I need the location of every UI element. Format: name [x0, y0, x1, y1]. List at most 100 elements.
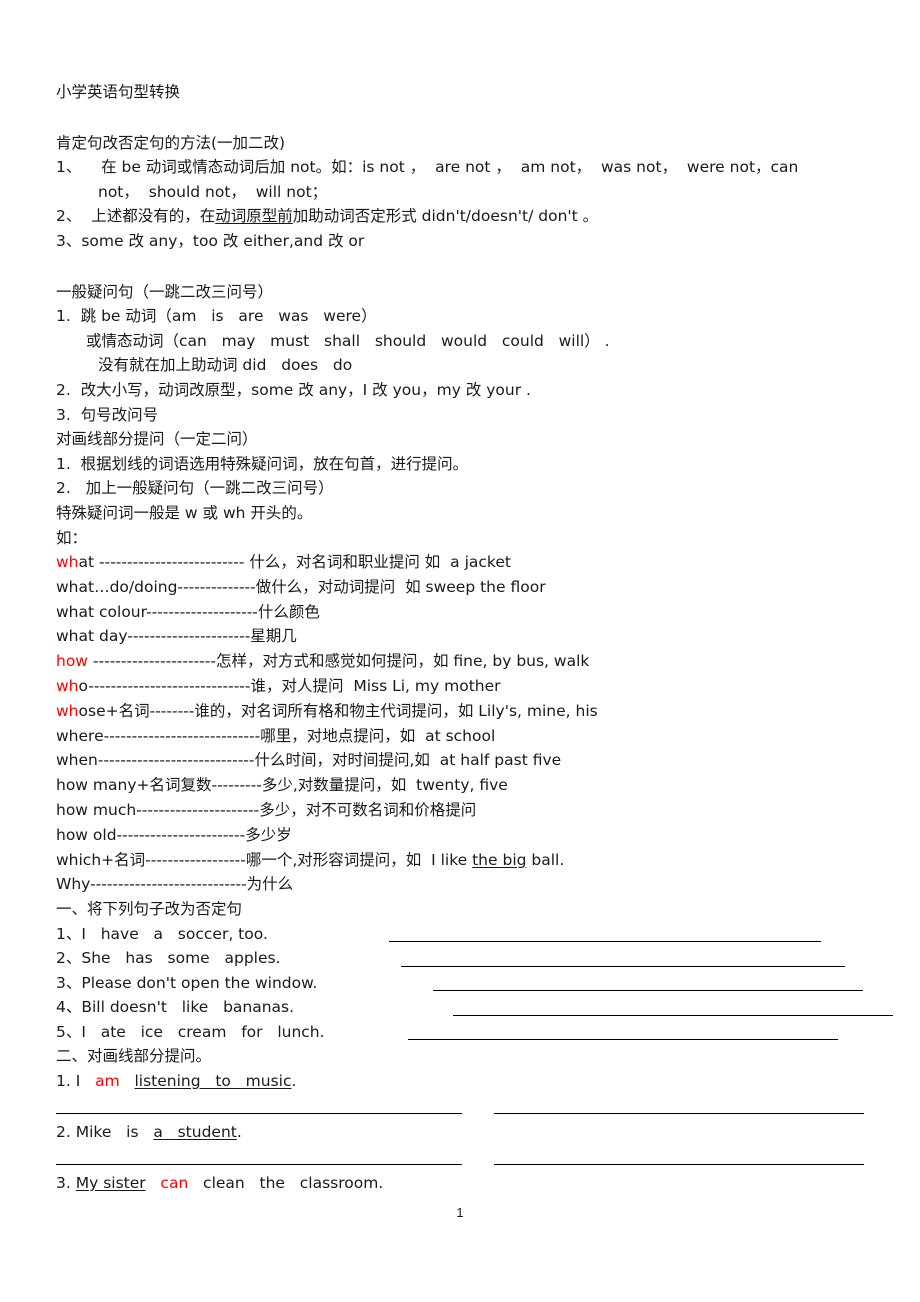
- wh-word-row: which+名词------------------哪一个,对形容词提问，如 I…: [56, 848, 864, 873]
- wh-word-term: Why: [56, 875, 91, 894]
- exercise-sentence: 5、I ate ice cream for lunch.: [56, 1022, 325, 1041]
- wh-word-row: what…do/doing--------------做什么，对动词提问 如 s…: [56, 575, 864, 600]
- page-title: 小学英语句型转换: [56, 83, 181, 101]
- wh-word-meaning: 哪一个,对形容词提问，如 I like: [245, 850, 473, 869]
- wh-word-dashes: --------------------: [146, 602, 258, 621]
- item2-suffix: 加助动词否定形式 didn't/doesn't/ don't 。: [292, 207, 599, 226]
- exercise-number: 3.: [56, 1173, 76, 1192]
- exercise-number: 2.: [56, 1122, 76, 1141]
- wh-word-dashes: ----------------------: [127, 627, 251, 646]
- wh-word-row: how ----------------------怎样，对方式和感觉如何提问，…: [56, 649, 864, 674]
- wh-word-meaning: 多少岁: [245, 825, 292, 844]
- section-negative-item1-b: not， should not， will not；: [98, 182, 328, 201]
- wh-word-meaning: 多少，对不可数名词和价格提问: [259, 801, 477, 820]
- wh-word-row: how old-----------------------多少岁: [56, 823, 864, 848]
- wh-word-row: whose+名词--------谁的，对名词所有格和物主代词提问，如 Lily'…: [56, 699, 864, 724]
- wh-word-row: when----------------------------什么时间，对时间…: [56, 748, 864, 773]
- exercise-one-row: 3、Please don't open the window.: [56, 971, 864, 996]
- item2-prefix: 2、 上述都没有的，在: [56, 207, 216, 226]
- wh-word-row: how many+名词复数---------多少,对数量提问，如 twenty,…: [56, 773, 864, 798]
- spacing: [120, 1072, 135, 1090]
- answer-blank-left[interactable]: [56, 1112, 462, 1114]
- document-page: 小学英语句型转换 肯定句改否定句的方法(一加二改) 1、 在 be 动词或情态动…: [0, 0, 920, 1302]
- wh-word-term: what colour: [56, 602, 147, 621]
- wh-word-meaning: 为什么: [246, 875, 294, 894]
- wh-word-red-prefix: wh: [56, 701, 79, 720]
- wh-word-dashes: ---------: [211, 776, 262, 795]
- wh-word-dashes: --------------------------: [94, 553, 245, 572]
- wh-word-term: o: [78, 677, 89, 696]
- answer-blank-left[interactable]: [56, 1163, 462, 1165]
- highlighted-verb: can: [160, 1173, 189, 1192]
- wh-word-red-prefix: wh: [56, 553, 79, 572]
- exercise-sentence: 4、Bill doesn't like bananas.: [56, 998, 295, 1017]
- sentence-suffix: .: [291, 1071, 297, 1090]
- document-body: 小学英语句型转换 肯定句改否定句的方法(一加二改) 1、 在 be 动词或情态动…: [56, 80, 893, 1195]
- wh-word-row: where----------------------------哪里，对地点提…: [56, 724, 864, 749]
- wh-word-meaning: 什么颜色: [257, 602, 320, 621]
- wh-word-meaning: 做什么，对动词提问 如 sweep the floor: [255, 577, 546, 596]
- wh-word-term: ose+名词: [78, 701, 150, 720]
- ask-item2: 2. 加上一般疑问句（一跳二改三问号）: [56, 479, 334, 498]
- underlined-phrase: a student: [153, 1122, 237, 1141]
- wh-word-term: how much: [56, 801, 137, 820]
- wh-word-list: what -------------------------- 什么，对名词和职…: [56, 550, 864, 897]
- wh-word-dashes: -----------------------: [116, 825, 246, 844]
- ask-example-label: 如：: [56, 528, 88, 547]
- page-footer: 1: [0, 1205, 920, 1220]
- wh-word-row: how much----------------------多少，对不可数名词和…: [56, 798, 864, 823]
- wh-word-row: who-----------------------------谁，对人提问 M…: [56, 674, 864, 699]
- section-ask-heading: 对画线部分提问（一定二问）: [56, 430, 258, 449]
- highlighted-verb: am: [95, 1071, 120, 1090]
- answer-blank-right[interactable]: [494, 1112, 864, 1114]
- wh-word-row: what colour--------------------什么颜色: [56, 600, 864, 625]
- page-number: 1: [456, 1205, 464, 1220]
- answer-blank-right[interactable]: [494, 1163, 864, 1165]
- wh-word-dashes: ----------------------: [87, 652, 216, 671]
- wh-word-dashes: ------------------: [145, 850, 246, 869]
- answer-blank-rule[interactable]: [389, 941, 821, 943]
- answer-blank-rule[interactable]: [433, 990, 863, 992]
- wh-word-dashes: --------: [149, 701, 195, 720]
- wh-word-dashes: ----------------------------: [90, 875, 247, 894]
- exercise-one-heading: 一、将下列句子改为否定句: [56, 900, 243, 919]
- wh-word-red-prefix: wh: [56, 677, 79, 696]
- wh-word-meaning: 什么时间，对时间提问,如 at half past five: [254, 751, 562, 770]
- wh-word-term: which+名词: [56, 850, 146, 869]
- exercise-two-row: 1. I am listening to music.: [56, 1069, 864, 1094]
- exercise-one-row: 4、Bill doesn't like bananas.: [56, 995, 893, 1020]
- wh-word-meaning-tail: ball.: [526, 850, 565, 869]
- answer-blank-rule[interactable]: [401, 965, 845, 967]
- gq-item1-a: 1. 跳 be 动词（am is are was were）: [56, 307, 377, 326]
- sentence-prefix: I: [75, 1071, 96, 1090]
- exercise-number: 1.: [56, 1071, 76, 1090]
- exercise-one-row: 5、I ate ice cream for lunch.: [56, 1020, 864, 1045]
- wh-word-term: at: [78, 553, 95, 572]
- answer-blank-pair: [56, 1145, 864, 1171]
- section-negative-heading: 肯定句改否定句的方法(一加二改): [56, 133, 286, 152]
- wh-word-term: where: [56, 726, 104, 745]
- exercise-two-row: 2. Mike is a student.: [56, 1120, 864, 1145]
- spacing: [146, 1174, 161, 1192]
- gq-item1-c: 没有就在加上助动词 did does do: [98, 356, 353, 375]
- wh-word-dashes: --------------: [177, 577, 256, 596]
- ask-item1: 1. 根据划线的词语选用特殊疑问词，放在句首，进行提问。: [56, 454, 469, 473]
- wh-word-term: how old: [56, 825, 117, 844]
- section-negative-item2: 2、 上述都没有的，在动词原型前加助动词否定形式 didn't/doesn't/…: [56, 204, 864, 229]
- wh-word-meaning: 怎样，对方式和感觉如何提问，如 fine, by bus, walk: [215, 652, 590, 671]
- exercise-one-items: 1、I have a soccer, too. 2、She has some ap…: [56, 922, 893, 1045]
- wh-word-meaning-underlined: the big: [472, 850, 527, 869]
- wh-word-meaning: 什么，对名词和职业提问 如 a jacket: [244, 553, 511, 572]
- item2-underlined-term: 动词原型前: [215, 207, 293, 226]
- wh-word-dashes: -----------------------------: [88, 677, 251, 696]
- exercise-sentence: 2、She has some apples.: [56, 949, 281, 968]
- answer-blank-rule[interactable]: [408, 1039, 838, 1041]
- wh-word-meaning: 谁的，对名词所有格和物主代词提问，如 Lily's, mine, his: [194, 701, 598, 720]
- sentence-suffix: .: [236, 1122, 242, 1141]
- answer-blank-pair: [56, 1094, 864, 1120]
- wh-word-meaning: 星期几: [250, 627, 297, 646]
- answer-blank-rule[interactable]: [453, 1014, 893, 1016]
- wh-word-dashes: ----------------------: [136, 801, 260, 820]
